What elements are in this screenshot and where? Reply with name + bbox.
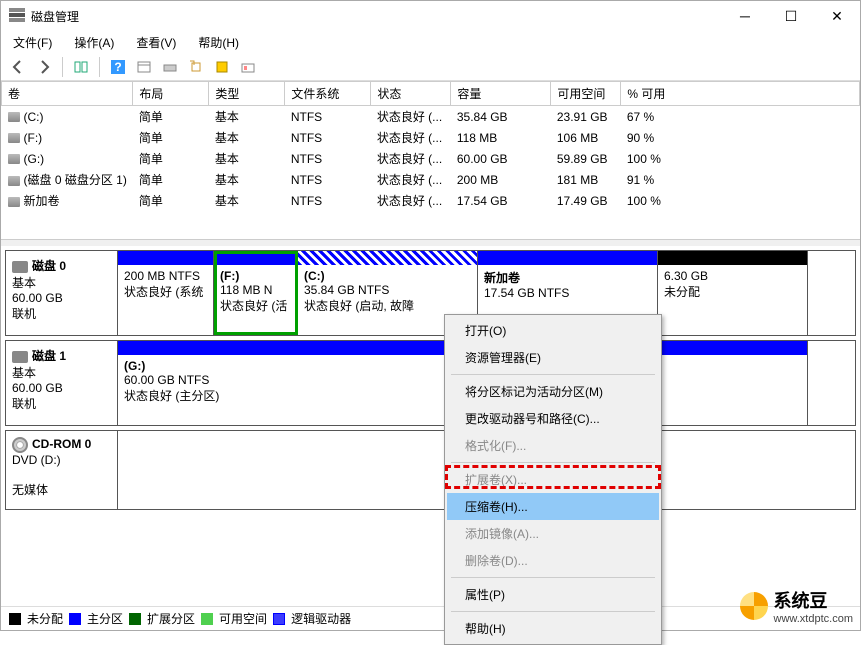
col-pctfree[interactable]: % 可用 (621, 82, 860, 106)
menu-file[interactable]: 文件(F) (7, 32, 58, 53)
disk-info[interactable]: 磁盘 0基本60.00 GB联机 (6, 251, 118, 335)
ctx-markactive[interactable]: 将分区标记为活动分区(M) (447, 378, 659, 405)
watermark-logo-icon (740, 592, 768, 620)
partition[interactable]: 200 MB NTFS状态良好 (系统 (118, 251, 214, 335)
legend-logical: 逻辑驱动器 (291, 610, 351, 627)
disk-row: 磁盘 0基本60.00 GB联机200 MB NTFS状态良好 (系统(F:)1… (5, 250, 856, 336)
watermark-brand: 系统豆 (774, 587, 853, 613)
minimize-button[interactable]: ─ (722, 1, 768, 31)
table-row[interactable]: (C:)简单基本NTFS状态良好 (...35.84 GB23.91 GB67 … (2, 106, 860, 128)
ctx-changeletter[interactable]: 更改驱动器号和路径(C)... (447, 405, 659, 432)
ctx-delete[interactable]: 删除卷(D)... (447, 547, 659, 574)
table-row[interactable]: (F:)简单基本NTFS状态良好 (...118 MB106 MB90 % (2, 127, 860, 148)
disk-graph-area: 磁盘 0基本60.00 GB联机200 MB NTFS状态良好 (系统(F:)1… (1, 240, 860, 606)
legend-extended: 扩展分区 (147, 610, 195, 627)
context-menu: 打开(O) 资源管理器(E) 将分区标记为活动分区(M) 更改驱动器号和路径(C… (444, 314, 662, 645)
table-row[interactable]: 新加卷简单基本NTFS状态良好 (...17.54 GB17.49 GB100 … (2, 190, 860, 211)
content: 卷 布局 类型 文件系统 状态 容量 可用空间 % 可用 (C:)简单基本NTF… (1, 81, 860, 630)
window-title: 磁盘管理 (31, 8, 722, 25)
back-button[interactable] (7, 56, 29, 78)
toolbar-btn-1[interactable] (70, 56, 92, 78)
toolbar-btn-4[interactable] (159, 56, 181, 78)
legend: 未分配 主分区 扩展分区 可用空间 逻辑驱动器 (1, 606, 860, 630)
menu-action[interactable]: 操作(A) (68, 32, 120, 53)
ctx-extend[interactable]: 扩展卷(X)... (447, 466, 659, 493)
window: 磁盘管理 ─ ☐ ✕ 文件(F) 操作(A) 查看(V) 帮助(H) ? 卷 布 (0, 0, 861, 631)
svg-text:?: ? (114, 60, 121, 74)
menubar: 文件(F) 操作(A) 查看(V) 帮助(H) (1, 31, 860, 53)
forward-button[interactable] (33, 56, 55, 78)
table-row[interactable]: (G:)简单基本NTFS状态良好 (...60.00 GB59.89 GB100… (2, 148, 860, 169)
disk-row: CD-ROM 0DVD (D:)无媒体 (5, 430, 856, 510)
toolbar-btn-7[interactable] (237, 56, 259, 78)
partition[interactable]: 6.30 GB未分配 (658, 251, 808, 335)
ctx-explorer[interactable]: 资源管理器(E) (447, 344, 659, 371)
help-icon[interactable]: ? (107, 56, 129, 78)
legend-freespace: 可用空间 (219, 610, 267, 627)
disk-info[interactable]: 磁盘 1基本60.00 GB联机 (6, 341, 118, 425)
legend-unalloc: 未分配 (27, 610, 63, 627)
col-status[interactable]: 状态 (371, 82, 451, 106)
ctx-properties[interactable]: 属性(P) (447, 581, 659, 608)
watermark-url: www.xtdptc.com (774, 613, 853, 625)
close-button[interactable]: ✕ (814, 1, 860, 31)
col-free[interactable]: 可用空间 (551, 82, 621, 106)
col-capacity[interactable]: 容量 (451, 82, 551, 106)
app-icon (9, 8, 25, 24)
legend-primary: 主分区 (87, 610, 123, 627)
partition[interactable]: (F:)118 MB N状态良好 (活 (214, 251, 298, 335)
titlebar: 磁盘管理 ─ ☐ ✕ (1, 1, 860, 31)
watermark: 系统豆 www.xtdptc.com (740, 587, 853, 625)
ctx-open[interactable]: 打开(O) (447, 317, 659, 344)
table-row[interactable]: (磁盘 0 磁盘分区 1)简单基本NTFS状态良好 (...200 MB181 … (2, 169, 860, 190)
col-fs[interactable]: 文件系统 (285, 82, 371, 106)
ctx-help[interactable]: 帮助(H) (447, 615, 659, 642)
toolbar-btn-3[interactable] (133, 56, 155, 78)
toolbar-btn-5[interactable] (185, 56, 207, 78)
toolbar-btn-6[interactable] (211, 56, 233, 78)
toolbar: ? (1, 53, 860, 81)
col-type[interactable]: 类型 (209, 82, 285, 106)
menu-view[interactable]: 查看(V) (130, 32, 182, 53)
menu-help[interactable]: 帮助(H) (192, 32, 245, 53)
ctx-shrink[interactable]: 压缩卷(H)... (447, 493, 659, 520)
disk-row: 磁盘 1基本60.00 GB联机(G:)60.00 GB NTFS状态良好 (主… (5, 340, 856, 426)
volume-table[interactable]: 卷 布局 类型 文件系统 状态 容量 可用空间 % 可用 (C:)简单基本NTF… (1, 81, 860, 211)
volume-table-area: 卷 布局 类型 文件系统 状态 容量 可用空间 % 可用 (C:)简单基本NTF… (1, 81, 860, 240)
disk-info[interactable]: CD-ROM 0DVD (D:)无媒体 (6, 431, 118, 509)
ctx-format[interactable]: 格式化(F)... (447, 432, 659, 459)
col-layout[interactable]: 布局 (133, 82, 209, 106)
col-volume[interactable]: 卷 (2, 82, 133, 106)
ctx-addmirror[interactable]: 添加镜像(A)... (447, 520, 659, 547)
maximize-button[interactable]: ☐ (768, 1, 814, 31)
